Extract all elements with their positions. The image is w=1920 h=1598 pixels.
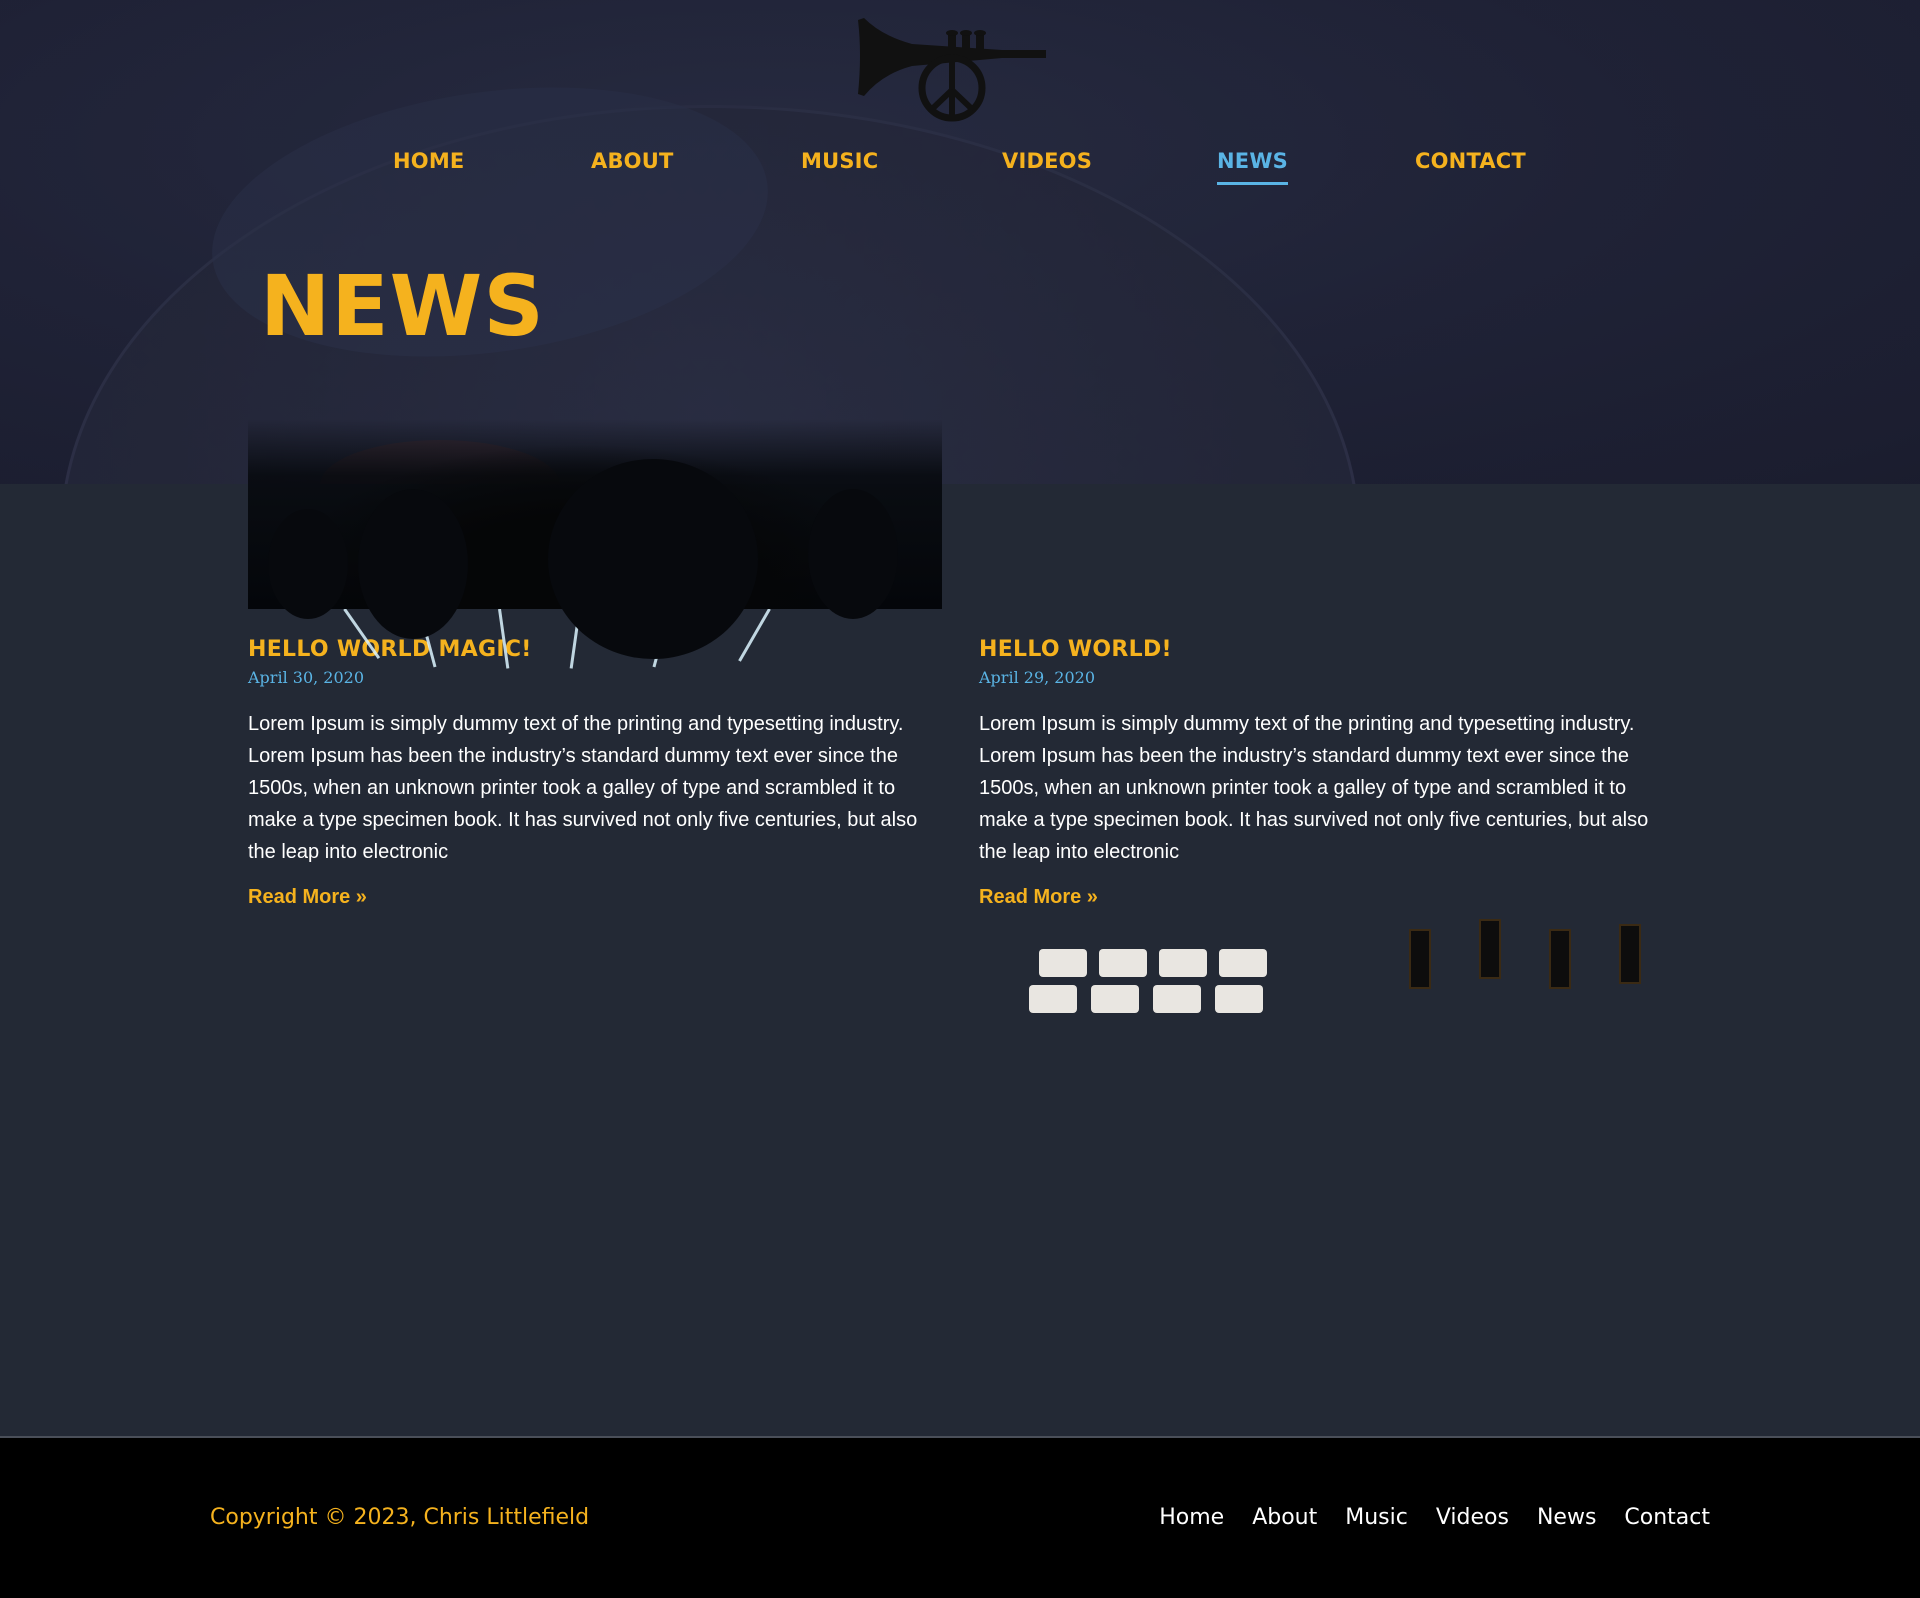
footer-link-about[interactable]: About: [1252, 1504, 1317, 1532]
nav-music[interactable]: MUSIC: [801, 148, 878, 174]
post-excerpt: Lorem Ipsum is simply dummy text of the …: [979, 713, 1649, 863]
nav-videos[interactable]: VIDEOS: [1002, 148, 1092, 174]
footer-link-music[interactable]: Music: [1345, 1504, 1408, 1532]
post-card: HELLO WORLD MAGIC! April 30, 2020 Lorem …: [248, 419, 942, 910]
trumpet-peace-svg: [858, 18, 1046, 122]
post-date: April 30, 2020: [248, 668, 365, 687]
post-card: HELLO WORLD! April 29, 2020 Lorem Ipsum …: [979, 609, 1673, 1013]
post-title[interactable]: HELLO WORLD!: [979, 637, 1673, 663]
nav-about[interactable]: ABOUT: [591, 148, 674, 174]
read-more-link[interactable]: Read More »: [979, 884, 1098, 910]
nav-home[interactable]: HOME: [393, 148, 464, 174]
footer-link-news[interactable]: News: [1537, 1504, 1596, 1532]
main-nav: HOME ABOUT MUSIC VIDEOS NEWS CONTACT: [0, 148, 1920, 188]
site-footer: Copyright © 2023, Chris Littlefield Home…: [0, 1438, 1920, 1598]
copyright-text: Copyright © 2023, Chris Littlefield: [210, 1505, 590, 1530]
post-date: April 29, 2020: [979, 668, 1096, 687]
post-title-link[interactable]: HELLO WORLD!: [979, 637, 1172, 662]
hero-header: HOME ABOUT MUSIC VIDEOS NEWS CONTACT NEW…: [0, 0, 1920, 484]
nav-contact[interactable]: CONTACT: [1415, 148, 1526, 174]
footer-link-contact[interactable]: Contact: [1624, 1504, 1710, 1532]
footer-link-home[interactable]: Home: [1159, 1504, 1224, 1532]
footer-link-videos[interactable]: Videos: [1436, 1504, 1509, 1532]
nav-news[interactable]: NEWS: [1217, 148, 1289, 185]
nav-active-underline: [1217, 182, 1289, 185]
page-title: NEWS: [260, 257, 545, 355]
footer-nav: Home About Music Videos News Contact: [1159, 1504, 1710, 1532]
nav-news-label: NEWS: [1217, 149, 1289, 173]
trumpet-logo-icon[interactable]: [852, 14, 1048, 124]
post-title-link[interactable]: HELLO WORLD MAGIC!: [248, 637, 532, 662]
post-excerpt: Lorem Ipsum is simply dummy text of the …: [248, 713, 918, 863]
read-more-link[interactable]: Read More »: [248, 884, 367, 910]
